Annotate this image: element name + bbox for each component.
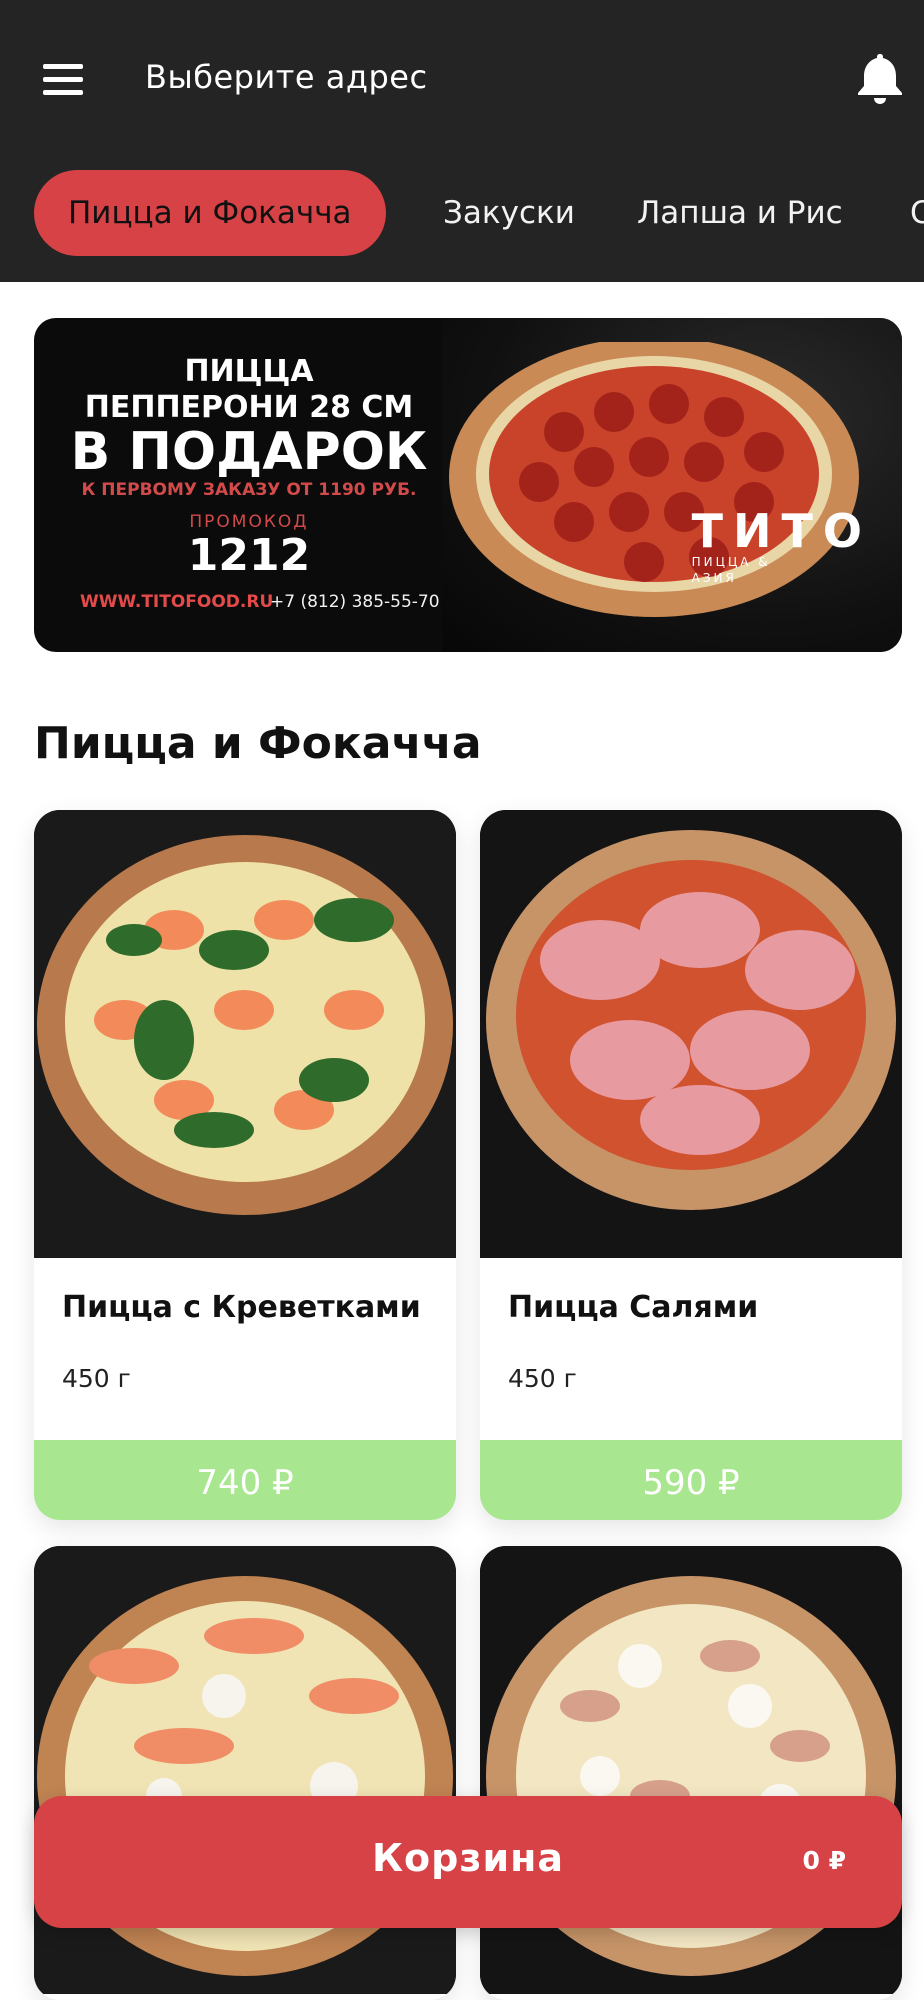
product-name: Пицца с Креветками xyxy=(62,1290,421,1325)
cart-button[interactable]: Корзина 0 ₽ xyxy=(34,1796,902,1928)
top-bar: Выберите адрес Пицца и Фокачча Закуски Л… xyxy=(0,0,924,282)
brand-sub-2: АЗИЯ xyxy=(691,571,737,585)
banner-line-4: К ПЕРВОМУ ЗАКАЗУ ОТ 1190 РУБ. xyxy=(81,480,417,500)
tab-noodles-rice[interactable]: Лапша и Рис xyxy=(637,170,843,256)
section-title: Пицца и Фокачча xyxy=(34,718,482,769)
category-tabs: Пицца и Фокачча Закуски Лапша и Рис С xyxy=(0,170,924,260)
promo-banner[interactable]: ПИЦЦА ПЕППЕРОНИ 28 СМ В ПОДАРОК К ПЕРВОМ… xyxy=(34,318,902,652)
product-card[interactable] xyxy=(34,1546,456,2000)
tab-pizza-focaccia[interactable]: Пицца и Фокачча xyxy=(34,170,386,256)
pepperoni-pizza-image xyxy=(449,342,859,617)
bell-icon[interactable] xyxy=(855,50,905,106)
price-button[interactable]: 590 ₽ xyxy=(480,1440,902,1520)
banner-phone: +7 (812) 385-55-70 xyxy=(270,592,440,612)
brand-name: ТИТО xyxy=(691,504,872,558)
product-name: Пицца Салями xyxy=(508,1290,759,1325)
address-selector[interactable]: Выберите адрес xyxy=(145,58,428,96)
tab-snacks[interactable]: Закуски xyxy=(443,170,575,256)
product-image xyxy=(480,810,902,1258)
product-card[interactable]: Пицца с Креветками 450 г 740 ₽ xyxy=(34,810,456,1520)
banner-line-3: В ПОДАРОК xyxy=(70,422,428,482)
product-weight: 450 г xyxy=(508,1364,577,1393)
brand-logo: ТИТО ПИЦЦА & АЗИЯ xyxy=(692,508,872,586)
promo-code: 1212 xyxy=(187,530,311,581)
price-button[interactable]: 740 ₽ xyxy=(34,1440,456,1520)
promo-label: ПРОМОКОД xyxy=(189,512,309,532)
product-card[interactable] xyxy=(480,1546,902,2000)
banner-website: WWW.TITOFOOD.RU xyxy=(80,592,274,612)
product-image xyxy=(34,810,456,1258)
product-card[interactable]: Пицца Салями 450 г 590 ₽ xyxy=(480,810,902,1520)
banner-line-2: ПЕППЕРОНИ 28 СМ xyxy=(84,390,414,425)
product-weight: 450 г xyxy=(62,1364,131,1393)
cart-label: Корзина xyxy=(372,1836,564,1880)
banner-line-1: ПИЦЦА xyxy=(184,354,314,389)
cart-total: 0 ₽ xyxy=(802,1846,847,1875)
menu-icon[interactable] xyxy=(40,60,88,100)
tab-partial[interactable]: С xyxy=(910,170,924,256)
